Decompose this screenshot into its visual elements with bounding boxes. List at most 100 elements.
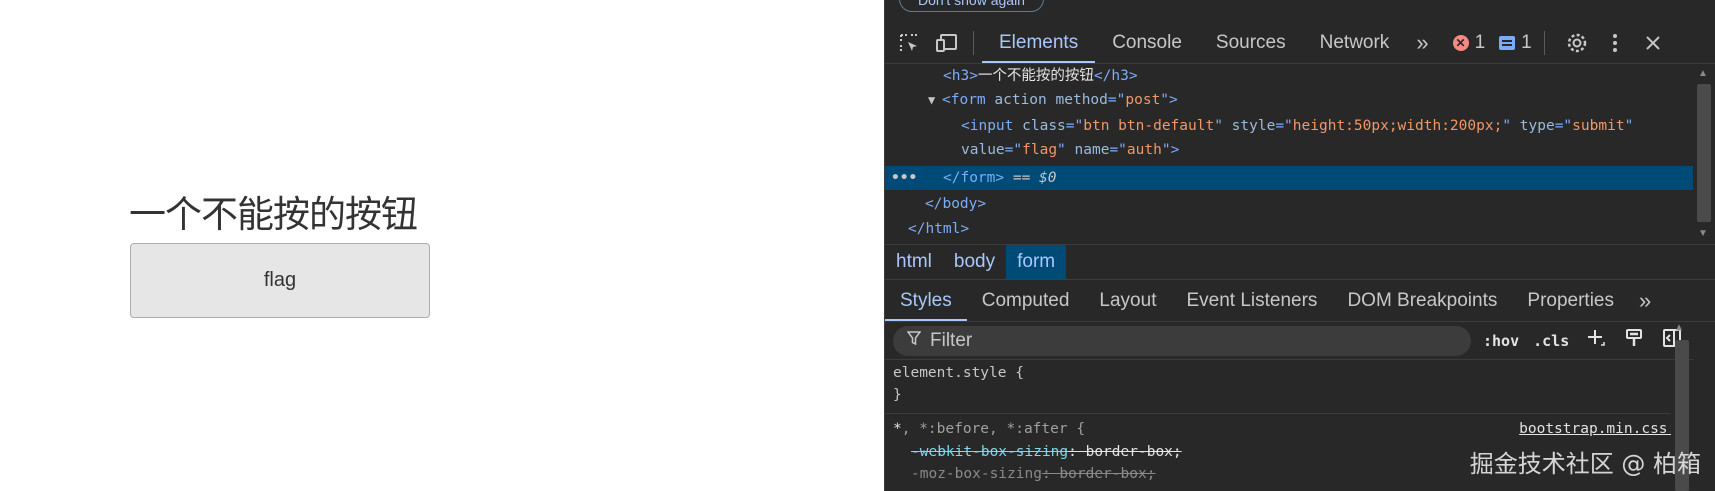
new-style-rule-icon[interactable]	[1585, 328, 1607, 354]
tab-network[interactable]: Network	[1303, 22, 1407, 63]
prop-name: -moz-box-sizing	[911, 466, 1042, 482]
dom-node-h3[interactable]: <h3>一个不能按的按钮</h3>	[885, 64, 1715, 88]
attr-value: submit	[1572, 118, 1625, 134]
collapse-triangle-icon[interactable]: ▼	[928, 88, 942, 112]
node-text: 一个不能按的按钮	[977, 68, 1094, 84]
tab-console[interactable]: Console	[1095, 22, 1199, 63]
tab-dom-breakpoints[interactable]: DOM Breakpoints	[1332, 280, 1512, 321]
attr-name: method	[1055, 92, 1108, 108]
more-tabs-icon[interactable]: »	[1406, 30, 1438, 56]
message-count: 1	[1521, 31, 1532, 53]
prop-value: : border-box;	[1041, 466, 1156, 482]
style-prop-moz-box-sizing[interactable]: -moz-box-sizing: border-box;	[911, 463, 1155, 485]
tab-layout[interactable]: Layout	[1084, 280, 1171, 321]
dom-node-input[interactable]: <input class="btn btn-default" style="he…	[885, 114, 1715, 138]
dom-scrollbar[interactable]: ▲ ▼	[1693, 64, 1715, 244]
attr-name: type	[1519, 118, 1555, 134]
filter-input[interactable]: Filter	[893, 325, 1471, 356]
breadcrumb-body[interactable]: body	[943, 245, 1006, 279]
breadcrumb-html[interactable]: html	[885, 245, 943, 279]
flag-button[interactable]: flag	[130, 243, 430, 318]
devtools-toolbar: Elements Console Sources Network » ✕ 1 1	[885, 22, 1715, 64]
attr-value: flag	[1022, 142, 1058, 158]
scroll-thumb[interactable]	[1697, 84, 1711, 222]
tag-close: >	[1170, 142, 1180, 158]
tag-open: <form	[942, 92, 986, 108]
selected-ref: == $0	[1012, 170, 1057, 186]
filter-placeholder: Filter	[930, 329, 973, 351]
dom-tree: <h3>一个不能按的按钮</h3> ▼ <form action method="…	[885, 64, 1715, 244]
attr-value: post	[1125, 92, 1161, 108]
more-subtabs-icon[interactable]: »	[1629, 288, 1661, 314]
scroll-up-icon[interactable]: ▲	[1698, 68, 1708, 79]
device-toolbar-icon[interactable]	[933, 29, 961, 57]
element-style-open[interactable]: element.style {	[893, 362, 1024, 384]
error-icon: ✕	[1452, 34, 1469, 51]
breadcrumb: html body form	[885, 244, 1715, 280]
ellipsis-icon[interactable]: •••	[891, 166, 917, 190]
attr-name: name	[1074, 142, 1110, 158]
attr-name: value	[961, 142, 1005, 158]
more-options-icon[interactable]	[1601, 29, 1629, 57]
error-count: 1	[1474, 31, 1486, 53]
message-icon	[1499, 35, 1516, 50]
tag-open: <h3>	[943, 68, 978, 84]
attr-value: btn btn-default	[1083, 118, 1215, 134]
tag-close: </html>	[908, 221, 970, 237]
dom-node-input-cont[interactable]: value="flag" name="auth">	[885, 138, 1715, 162]
style-prop-webkit-box-sizing[interactable]: -webkit-box-sizing: border-box;	[911, 441, 1182, 463]
close-icon[interactable]	[1639, 29, 1667, 57]
devtools-panel: Don't show again Elements Console Source…	[884, 0, 1715, 491]
attr-value: height:50px;width:200px;	[1292, 118, 1503, 134]
tag-close: </h3>	[1093, 68, 1138, 84]
dont-show-again-button[interactable]: Don't show again	[899, 0, 1044, 12]
tag-close: >	[1169, 92, 1178, 108]
hov-toggle[interactable]: :hov	[1483, 332, 1519, 350]
attr-name: action	[994, 92, 1047, 108]
toolbar-divider	[973, 30, 974, 55]
page-viewport: 一个不能按的按钮 flag	[0, 0, 884, 491]
attr-eq: ="	[1107, 92, 1126, 108]
tab-styles[interactable]: Styles	[885, 280, 967, 321]
attr-name: style	[1231, 118, 1276, 134]
tag-close: </form>	[943, 170, 1005, 186]
watermark: 掘金技术社区 @ 柏箱	[1469, 450, 1701, 478]
cls-toggle[interactable]: .cls	[1533, 332, 1569, 350]
tag-open: <input	[961, 118, 1014, 134]
dom-node-form[interactable]: ▼ <form action method="post">	[885, 88, 1715, 112]
tab-sources[interactable]: Sources	[1199, 22, 1303, 63]
inspect-element-icon[interactable]	[895, 29, 923, 57]
element-style-close: }	[893, 387, 902, 403]
prop-name: -webkit-box-sizing	[911, 444, 1069, 460]
dom-node-form-close[interactable]: ••• </form> == $0	[885, 166, 1715, 190]
attr-value: auth	[1126, 142, 1162, 158]
filter-icon	[906, 331, 922, 350]
tab-properties[interactable]: Properties	[1512, 280, 1629, 321]
tab-elements[interactable]: Elements	[982, 22, 1096, 63]
styles-scroll-up-icon[interactable]: ▲	[1676, 322, 1682, 333]
scroll-down-icon[interactable]: ▼	[1698, 228, 1708, 239]
rule-divider	[885, 413, 1693, 414]
tab-event-listeners[interactable]: Event Listeners	[1171, 280, 1332, 321]
dom-node-body-close[interactable]: </body>	[885, 192, 1715, 216]
selector-rest: , *:before, *:after {	[901, 421, 1086, 437]
error-badge[interactable]: ✕ 1	[1452, 31, 1486, 54]
page-heading: 一个不能按的按钮	[129, 193, 418, 236]
attr-name: class	[1022, 118, 1066, 134]
attr-quote: "	[1160, 92, 1170, 108]
selector-main: *	[893, 421, 902, 437]
settings-gear-icon[interactable]	[1563, 29, 1591, 57]
toolbar-divider-2	[1543, 30, 1545, 55]
tab-computed[interactable]: Computed	[967, 280, 1085, 321]
prop-value: : border-box;	[1068, 444, 1182, 460]
source-link[interactable]: bootstrap.min.css:7	[1519, 418, 1685, 440]
paint-brush-icon[interactable]	[1623, 328, 1645, 354]
universal-selector[interactable]: *, *:before, *:after {	[893, 418, 1085, 440]
breadcrumb-form[interactable]: form	[1006, 245, 1067, 279]
notice-strip: Don't show again	[885, 0, 1715, 22]
dom-node-html-close[interactable]: </html>	[885, 217, 1715, 241]
tag-close: </body>	[925, 196, 987, 212]
styles-subtabs: Styles Computed Layout Event Listeners D…	[885, 280, 1715, 322]
message-badge[interactable]: 1	[1499, 32, 1532, 54]
styles-filter-bar: Filter :hov .cls	[885, 322, 1693, 360]
